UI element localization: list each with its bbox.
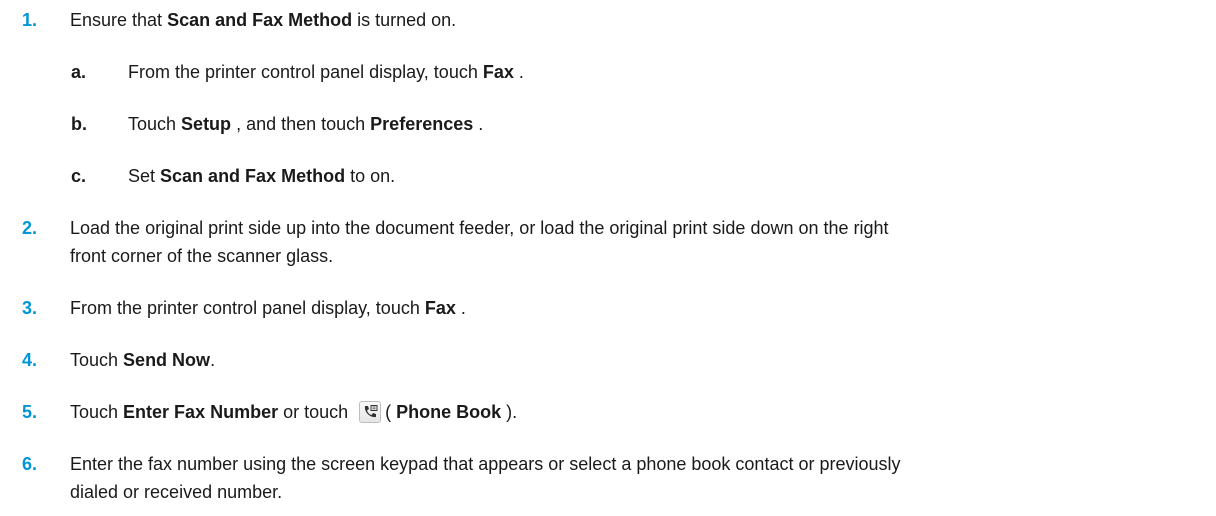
step-number: 5. <box>22 402 38 422</box>
step-text: From the printer control panel display, … <box>70 294 1186 322</box>
text-run: ( <box>385 402 397 422</box>
step-number: 6. <box>22 454 38 474</box>
text-run: to on. <box>345 166 396 186</box>
text-run: Ensure that <box>70 10 168 30</box>
bold-term: Fax <box>424 298 456 318</box>
text-run: From the printer control panel display, … <box>70 298 425 318</box>
text-run: Touch <box>128 114 182 134</box>
step-number: 3. <box>22 298 38 318</box>
substep-text: Touch Setup , and then touch Preferences… <box>128 110 1186 138</box>
text-run: ). <box>501 402 518 422</box>
bold-term: Enter Fax Number <box>123 402 279 422</box>
text-run: From the printer control panel display, … <box>128 62 483 82</box>
text-line: dialed or received number. <box>70 482 283 502</box>
text-run: . <box>513 62 524 82</box>
step-text: Ensure that Scan and Fax Method is turne… <box>70 6 1186 34</box>
substep-letter: a. <box>71 62 87 82</box>
bold-term: Scan and Fax Method <box>160 166 346 186</box>
phone-book-icon <box>359 401 382 423</box>
step-number: 1. <box>22 10 38 30</box>
text-run: Touch <box>70 402 124 422</box>
text-run: . <box>473 114 484 134</box>
bold-term: Preferences <box>370 114 474 134</box>
step-text: Load the original print side up into the… <box>70 214 1186 270</box>
text-line: front corner of the scanner glass. <box>70 246 334 266</box>
text-line: Enter the fax number using the screen ke… <box>70 454 901 474</box>
step-text: Touch Enter Fax Number or touch ( Phone … <box>70 398 1186 426</box>
substep-text: Set Scan and Fax Method to on. <box>128 162 1186 190</box>
substep-letter: b. <box>71 114 87 134</box>
substep-letter: c. <box>71 166 87 186</box>
step-number: 2. <box>22 218 38 238</box>
bold-term: Fax <box>482 62 514 82</box>
bold-term: Send Now <box>123 350 211 370</box>
text-run: . <box>455 298 466 318</box>
text-line: Load the original print side up into the… <box>70 218 889 238</box>
bold-term: Setup <box>181 114 232 134</box>
text-run: , and then touch <box>231 114 371 134</box>
text-run: Touch <box>70 350 124 370</box>
bold-term: Phone Book <box>396 402 502 422</box>
bold-term: Scan and Fax Method <box>167 10 353 30</box>
text-run: . <box>210 350 216 370</box>
step-text: Touch Send Now. <box>70 346 1186 374</box>
step-number: 4. <box>22 350 38 370</box>
text-run: Set <box>128 166 161 186</box>
text-run: or touch <box>278 402 354 422</box>
document-page: 1. Ensure that Scan and Fax Method is tu… <box>0 0 1216 516</box>
text-run: is turned on. <box>352 10 457 30</box>
substep-text: From the printer control panel display, … <box>128 58 1186 86</box>
step-text: Enter the fax number using the screen ke… <box>70 450 1186 506</box>
